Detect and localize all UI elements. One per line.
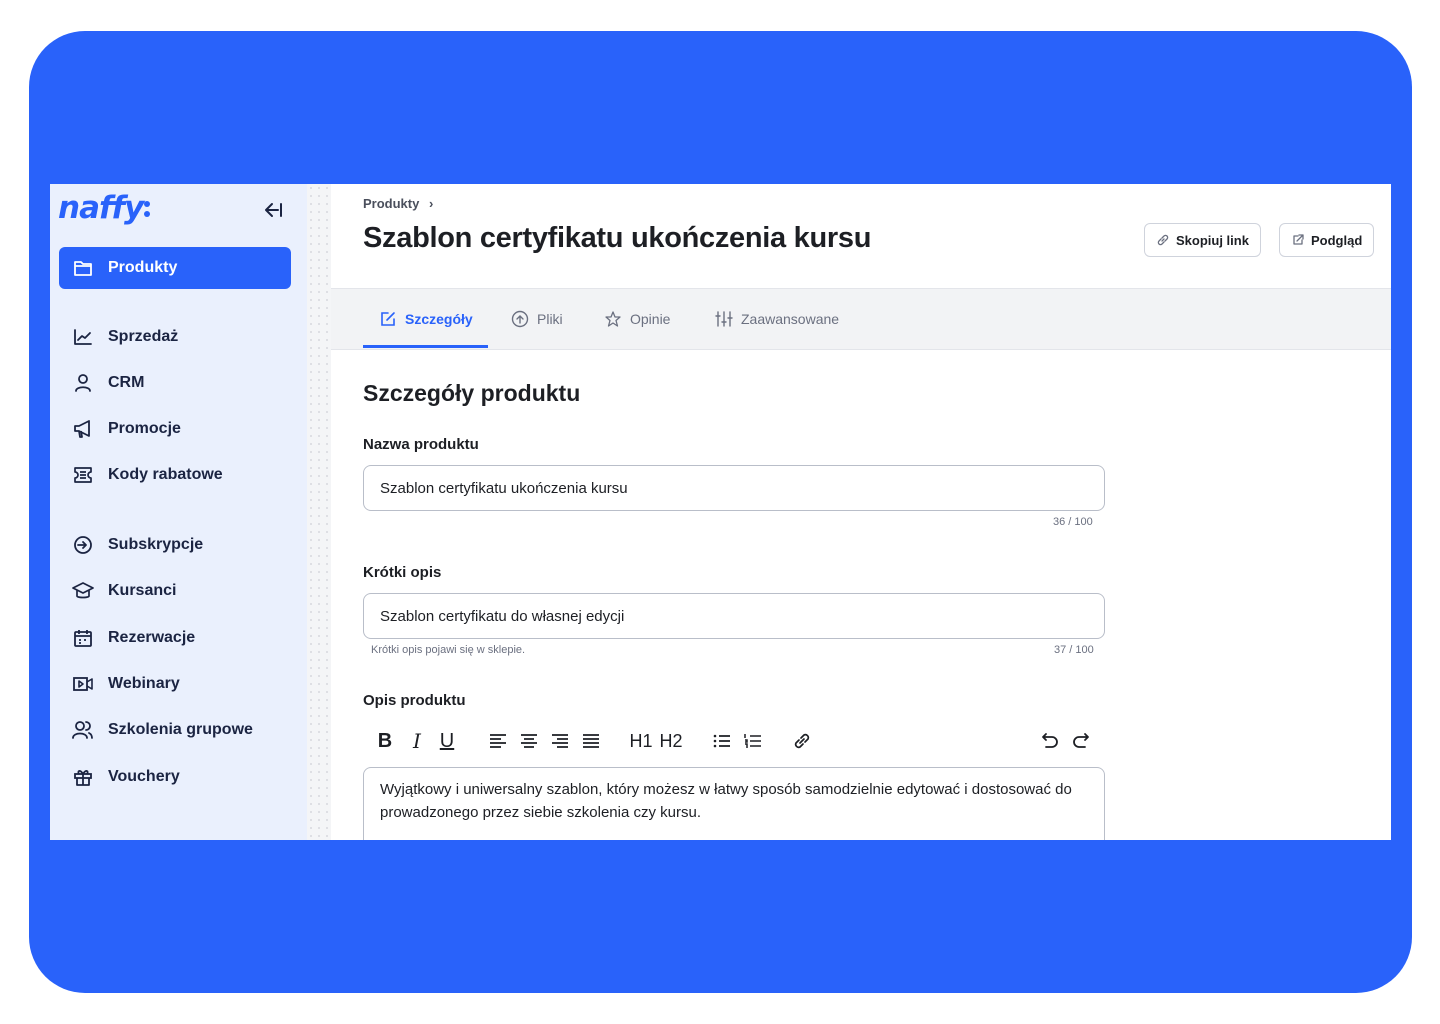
user-icon — [72, 372, 94, 394]
login-circle-icon — [72, 534, 94, 556]
numbered-list-icon[interactable] — [742, 726, 764, 756]
sidebar-item-crm[interactable]: CRM — [59, 362, 291, 404]
sidebar-item-label: Kody rabatowe — [108, 466, 223, 483]
app-window: naffy Produkty Sprzedaż CRM Promocje Kod… — [50, 184, 1391, 840]
align-center-icon[interactable] — [518, 726, 540, 756]
star-icon — [604, 310, 622, 328]
description-text: Wyjątkowy i uniwersalny szablon, który m… — [380, 781, 1072, 821]
sidebar-item-label: Webinary — [108, 675, 180, 692]
video-icon — [72, 673, 94, 695]
graduation-cap-icon — [72, 580, 94, 602]
tab-label: Zaawansowane — [741, 311, 840, 327]
preview-button[interactable]: Podgląd — [1279, 223, 1375, 257]
page-title: Szablon certyfikatu ukończenia kursu — [363, 222, 872, 254]
short-desc-value: Szablon certyfikatu do własnej edycji — [380, 607, 625, 625]
edit-icon — [379, 310, 397, 328]
main-content: Produkty › Szablon certyfikatu ukończeni… — [331, 184, 1391, 840]
sidebar-item-vouchery[interactable]: Vouchery — [59, 756, 291, 798]
active-tab-indicator — [363, 345, 488, 348]
sidebar-item-label: Promocje — [108, 420, 181, 437]
folder-icon — [72, 257, 94, 279]
collapse-left-icon[interactable] — [262, 201, 284, 219]
sidebar-item-kody-rabatowe[interactable]: Kody rabatowe — [59, 454, 291, 496]
tab-bar: Szczegóły Pliki Opinie Zaawansowane — [331, 288, 1391, 350]
tab-szczegoly[interactable]: Szczegóły — [379, 289, 473, 349]
breadcrumb-separator-icon: › — [428, 196, 434, 211]
align-justify-icon[interactable] — [580, 726, 602, 756]
tab-pliki[interactable]: Pliki — [511, 289, 563, 349]
sidebar-item-subskrypcje[interactable]: Subskrypcje — [59, 524, 291, 566]
sliders-icon — [715, 310, 733, 328]
description-editor[interactable]: Wyjątkowy i uniwersalny szablon, który m… — [363, 767, 1105, 840]
sidebar-item-label: Rezerwacje — [108, 629, 196, 646]
editor-toolbar: B I U H1 H2 — [363, 726, 1105, 756]
align-right-icon[interactable] — [549, 726, 571, 756]
sidebar-item-rezerwacje[interactable]: Rezerwacje — [59, 617, 291, 659]
tab-label: Opinie — [630, 311, 671, 327]
copy-link-label: Skopiuj link — [1176, 232, 1249, 248]
description-label: Opis produktu — [363, 692, 466, 709]
coupon-icon — [72, 464, 94, 486]
sidebar-item-promocje[interactable]: Promocje — [59, 408, 291, 450]
logo-dots — [144, 201, 150, 221]
heading1-button[interactable]: H1 — [629, 726, 653, 756]
calendar-icon — [72, 627, 94, 649]
sidebar-item-label: Vouchery — [108, 768, 180, 785]
sidebar-item-label: Szkolenia grupowe — [108, 721, 253, 738]
users-icon — [72, 719, 94, 741]
breadcrumb: Produkty › — [363, 196, 433, 211]
sidebar-item-label: Kursanci — [108, 582, 177, 599]
chart-line-icon — [72, 326, 94, 348]
product-name-label: Nazwa produktu — [363, 436, 479, 453]
bold-button[interactable]: B — [375, 726, 395, 756]
gift-icon — [72, 766, 94, 788]
short-desc-hint: Krótki opis pojawi się w sklepie. — [371, 644, 526, 656]
section-title: Szczegóły produktu — [363, 380, 581, 406]
sidebar-item-szkolenia-grupowe[interactable]: Szkolenia grupowe — [59, 709, 291, 751]
short-desc-counter: 37 / 100 — [1054, 644, 1094, 656]
product-name-value: Szablon certyfikatu ukończenia kursu — [380, 479, 628, 497]
copy-link-button[interactable]: Skopiuj link — [1144, 223, 1261, 257]
undo-icon[interactable] — [1039, 726, 1061, 756]
short-desc-label: Krótki opis — [363, 564, 442, 581]
bullet-list-icon[interactable] — [711, 726, 733, 756]
brand-logo-text: naffy — [58, 190, 144, 226]
brand-logo[interactable]: naffy — [58, 190, 150, 226]
tab-zaawansowane[interactable]: Zaawansowane — [715, 289, 839, 349]
align-left-icon[interactable] — [487, 726, 509, 756]
upload-cloud-icon — [511, 310, 529, 328]
tab-label: Szczegóły — [405, 311, 473, 327]
product-name-counter: 36 / 100 — [1053, 516, 1093, 528]
sidebar: naffy Produkty Sprzedaż CRM Promocje Kod… — [50, 184, 307, 840]
sidebar-item-kursanci[interactable]: Kursanci — [59, 570, 291, 612]
sidebar-item-sprzedaz[interactable]: Sprzedaż — [59, 316, 291, 358]
link-icon — [1156, 233, 1170, 247]
sidebar-item-label: CRM — [108, 374, 145, 391]
sidebar-item-label: Subskrypcje — [108, 536, 204, 553]
heading2-button[interactable]: H2 — [659, 726, 683, 756]
breadcrumb-link-produkty[interactable]: Produkty — [363, 196, 419, 211]
preview-label: Podgląd — [1311, 232, 1363, 248]
sidebar-item-webinary[interactable]: Webinary — [59, 663, 291, 705]
tab-opinie[interactable]: Opinie — [604, 289, 670, 349]
megaphone-icon — [72, 418, 94, 440]
sidebar-item-label: Sprzedaż — [108, 328, 179, 345]
tab-label: Pliki — [537, 311, 563, 327]
underline-button[interactable]: U — [437, 726, 457, 756]
redo-icon[interactable] — [1070, 726, 1092, 756]
link-icon[interactable] — [791, 726, 813, 756]
sidebar-item-label: Produkty — [108, 259, 178, 276]
sidebar-item-produkty[interactable]: Produkty — [59, 247, 291, 289]
product-name-input[interactable]: Szablon certyfikatu ukończenia kursu — [363, 465, 1105, 511]
resize-handle[interactable] — [307, 184, 331, 840]
short-desc-input[interactable]: Szablon certyfikatu do własnej edycji — [363, 593, 1105, 639]
external-link-icon — [1291, 233, 1305, 247]
italic-button[interactable]: I — [407, 726, 427, 756]
